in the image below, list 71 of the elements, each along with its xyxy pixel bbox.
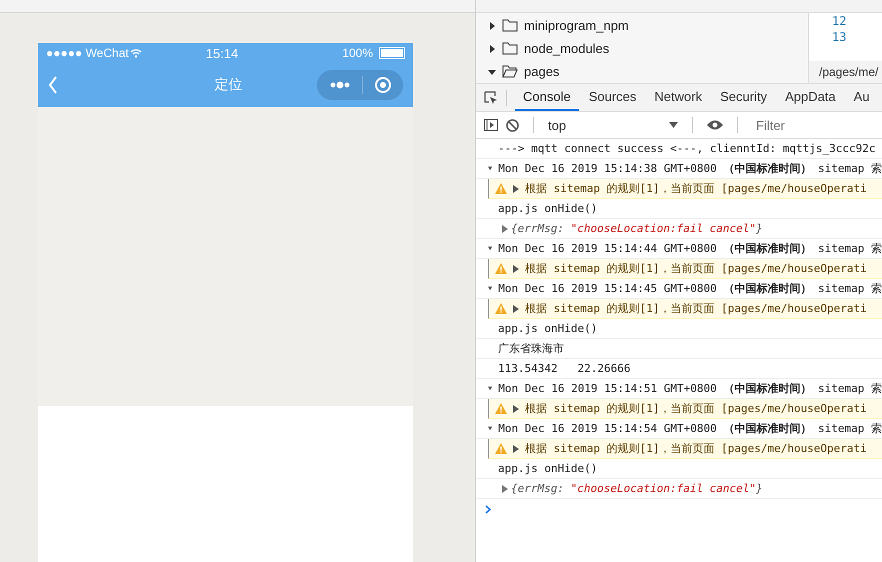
caret-right-icon[interactable] (513, 304, 519, 312)
inspect-icon[interactable] (484, 90, 498, 104)
sidebar-toggle-icon[interactable] (484, 119, 498, 131)
console-message: 113.54342 22.26666 (498, 362, 630, 375)
file-path: /pages/me/ (809, 61, 882, 83)
console-message: 广东省珠海市 (498, 341, 564, 356)
caret-right-icon[interactable] (513, 184, 519, 192)
console-message: 根据 sitemap 的规则[1]，当前页面 [pages/me/houseOperati (525, 181, 867, 196)
console-message: app.js onHide() (498, 322, 598, 335)
open-folder-icon (502, 65, 518, 78)
carrier-label: ●●●●● WeChat (46, 46, 129, 60)
caret-right-icon (488, 22, 496, 30)
console-group-header: Mon Dec 16 2019 15:14:45 GMT+0800 （中国标准时间） sitemap 索 (498, 281, 882, 296)
battery-icon (379, 47, 405, 59)
object-preview: {errMsg: "chooseLocation:fail cancel"} (511, 222, 763, 235)
console-group-header: Mon Dec 16 2019 15:14:38 GMT+0800 （中国标准时间） sitemap 索 (498, 161, 882, 176)
console-group-header: Mon Dec 16 2019 15:14:44 GMT+0800 （中国标准时间） sitemap 索 (498, 241, 882, 256)
devtools-tab[interactable]: AppData (777, 84, 844, 111)
folder-item[interactable]: pages (476, 60, 808, 83)
clear-icon[interactable] (506, 118, 519, 132)
close-icon[interactable] (374, 76, 392, 94)
caret-right-icon[interactable] (513, 444, 519, 452)
devtools-tab[interactable]: Security (712, 84, 776, 111)
folder-icon (502, 19, 518, 32)
capsule-menu[interactable] (317, 70, 403, 100)
caret-right-icon[interactable] (502, 224, 508, 232)
devtools-tab[interactable]: Sources (580, 84, 644, 111)
console-group-header: Mon Dec 16 2019 15:14:54 GMT+0800 （中国标准时间） sitemap 索 (498, 421, 882, 436)
warning-icon (495, 443, 507, 454)
caret-right-icon[interactable] (502, 484, 508, 492)
context-dropdown[interactable]: top (548, 118, 678, 132)
caret-down-icon (669, 122, 678, 128)
line-number: 13 (832, 29, 848, 45)
warning-icon (495, 263, 507, 274)
console-message: app.js onHide() (498, 462, 598, 475)
console-message: 根据 sitemap 的规则[1]，当前页面 [pages/me/houseOperati (525, 301, 867, 316)
caret-down-icon[interactable] (488, 245, 492, 252)
warning-icon (495, 303, 507, 314)
status-time: 15:14 (204, 46, 240, 60)
console-message: ---> mqtt connect success <---, clienntId: mqttjs_3ccc92c (498, 142, 876, 155)
line-number: 12 (832, 13, 848, 29)
wifi-icon (130, 48, 142, 58)
devtools-tab[interactable]: Au (846, 84, 878, 111)
folder-item[interactable]: node_modules (476, 37, 808, 60)
caret-down-icon (488, 68, 496, 76)
console-message: app.js onHide() (498, 202, 598, 215)
console-message: 根据 sitemap 的规则[1]，当前页面 [pages/me/houseOperati (525, 401, 867, 416)
caret-right-icon (488, 44, 496, 52)
caret-down-icon[interactable] (488, 385, 492, 392)
console-message: 根据 sitemap 的规则[1]，当前页面 [pages/me/houseOperati (525, 261, 867, 276)
eye-icon[interactable] (707, 120, 723, 130)
console-group-header: Mon Dec 16 2019 15:14:51 GMT+0800 （中国标准时间） sitemap 索 (498, 381, 882, 396)
caret-down-icon[interactable] (488, 285, 492, 292)
caret-right-icon[interactable] (513, 404, 519, 412)
prompt-icon[interactable] (485, 504, 491, 514)
folder-icon (502, 42, 518, 55)
caret-right-icon[interactable] (513, 264, 519, 272)
battery-percent: 100% (342, 46, 373, 60)
warning-icon (495, 403, 507, 414)
folder-item[interactable]: miniprogram_npm (476, 14, 808, 37)
object-preview: {errMsg: "chooseLocation:fail cancel"} (511, 482, 763, 495)
folder-name: node_modules (524, 41, 610, 56)
caret-down-icon[interactable] (488, 425, 492, 432)
more-icon[interactable] (328, 81, 350, 89)
warning-icon (495, 183, 507, 194)
folder-name: pages (524, 64, 560, 79)
page-title: 定位 (214, 76, 244, 94)
folder-name: miniprogram_npm (524, 18, 629, 33)
console-message: 根据 sitemap 的规则[1]，当前页面 [pages/me/houseOperati (525, 441, 867, 456)
devtools-tab[interactable]: Network (646, 84, 710, 111)
caret-down-icon[interactable] (488, 165, 492, 172)
